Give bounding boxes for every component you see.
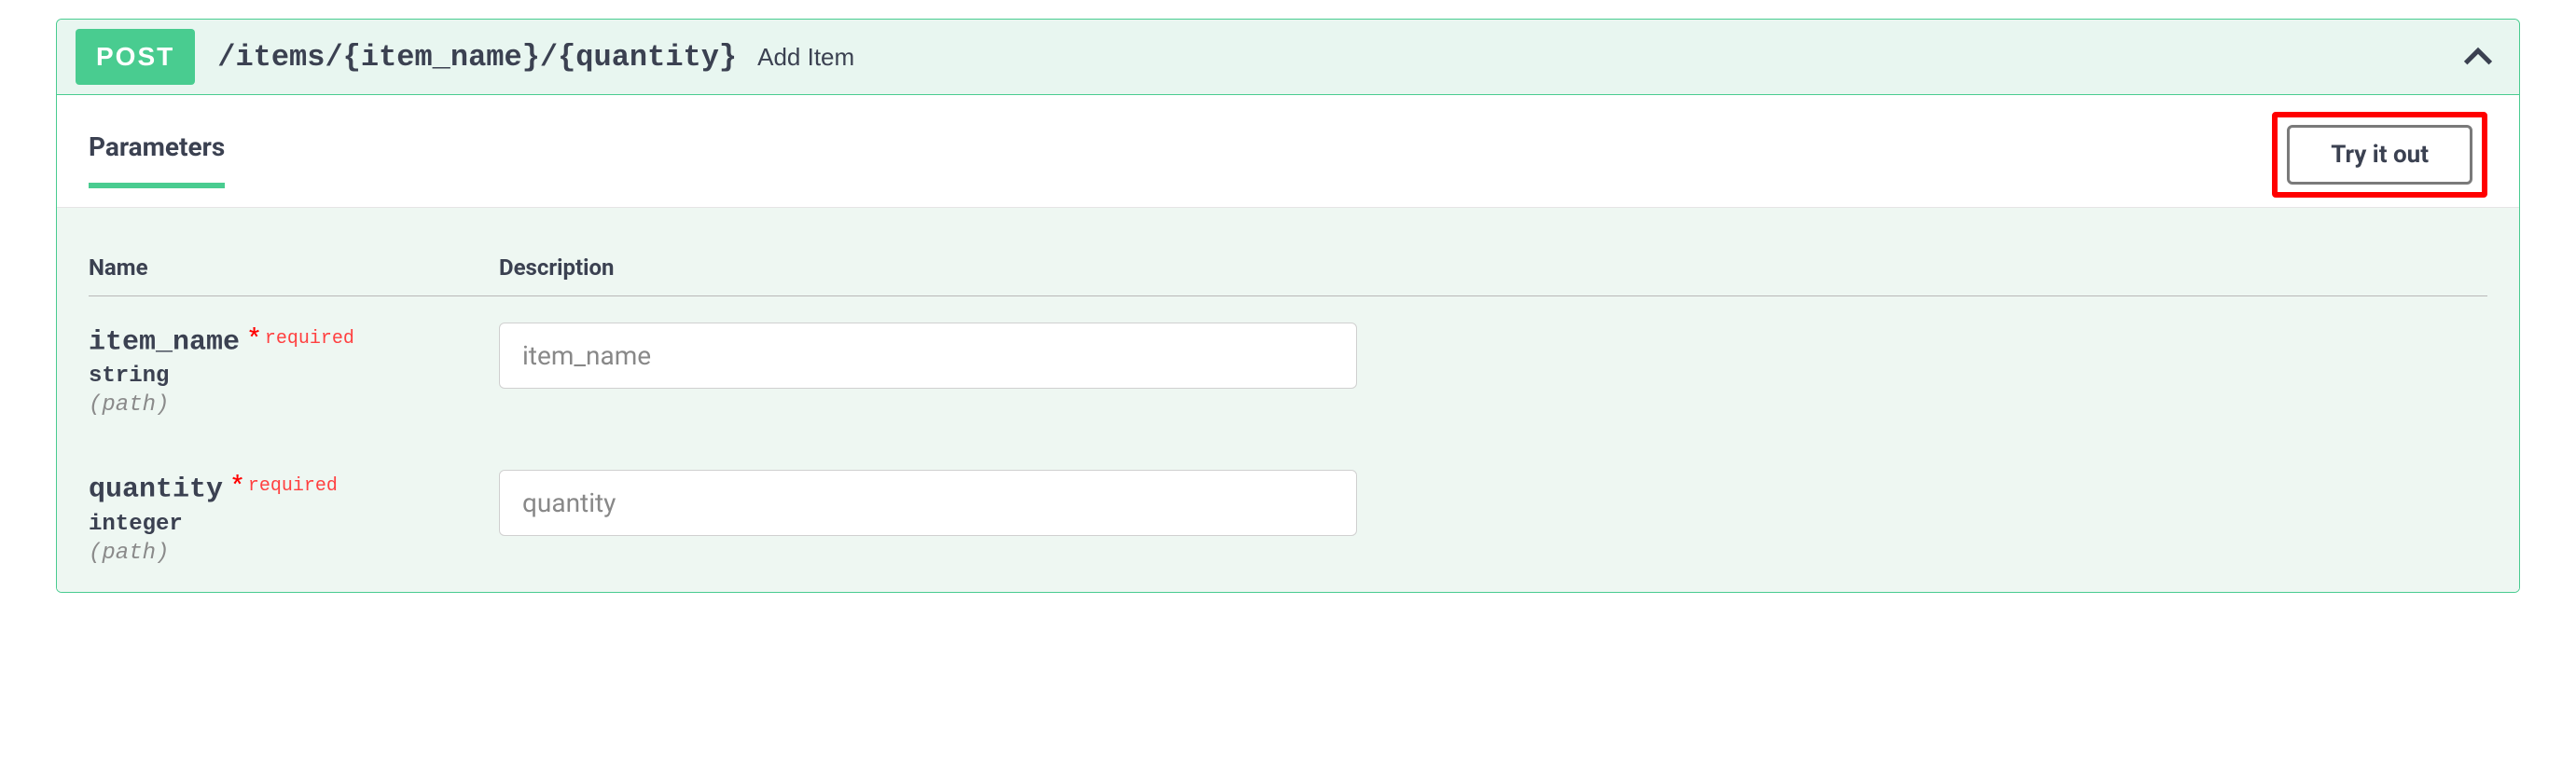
parameters-tab[interactable]: Parameters xyxy=(89,131,225,188)
try-it-out-button[interactable]: Try it out xyxy=(2287,125,2472,185)
operation-block: POST /items/{item_name}/{quantity} Add I… xyxy=(56,19,2520,593)
operation-body: Parameters Try it out Name Description xyxy=(57,95,2519,592)
endpoint-path: /items/{item_name}/{quantity} xyxy=(217,40,737,75)
parameters-table-wrap: Name Description item_name * required st… xyxy=(57,208,2519,592)
column-header-name: Name xyxy=(89,236,499,296)
chevron-up-icon[interactable] xyxy=(2456,34,2500,79)
param-name: item_name xyxy=(89,326,240,358)
parameter-row: item_name * required string (path) xyxy=(89,296,2487,445)
required-star-icon: * xyxy=(249,323,259,349)
http-method-badge: POST xyxy=(76,29,195,85)
parameter-row: quantity * required integer (path) xyxy=(89,444,2487,591)
parameters-table: Name Description item_name * required st… xyxy=(89,236,2487,592)
param-input-item-name[interactable] xyxy=(499,323,1357,389)
param-location: (path) xyxy=(89,541,499,566)
param-type: string xyxy=(89,364,499,389)
parameters-header-row: Parameters Try it out xyxy=(57,95,2519,208)
try-it-out-highlight: Try it out xyxy=(2272,112,2487,198)
required-star-icon: * xyxy=(232,470,242,496)
endpoint-summary: Add Item xyxy=(757,43,854,72)
param-name: quantity xyxy=(89,474,223,506)
param-location: (path) xyxy=(89,392,499,418)
column-header-description: Description xyxy=(499,236,2487,296)
param-type: integer xyxy=(89,512,499,537)
param-input-quantity[interactable] xyxy=(499,470,1357,536)
operation-summary-row[interactable]: POST /items/{item_name}/{quantity} Add I… xyxy=(57,20,2519,95)
required-label: required xyxy=(248,475,338,497)
required-label: required xyxy=(265,328,354,350)
